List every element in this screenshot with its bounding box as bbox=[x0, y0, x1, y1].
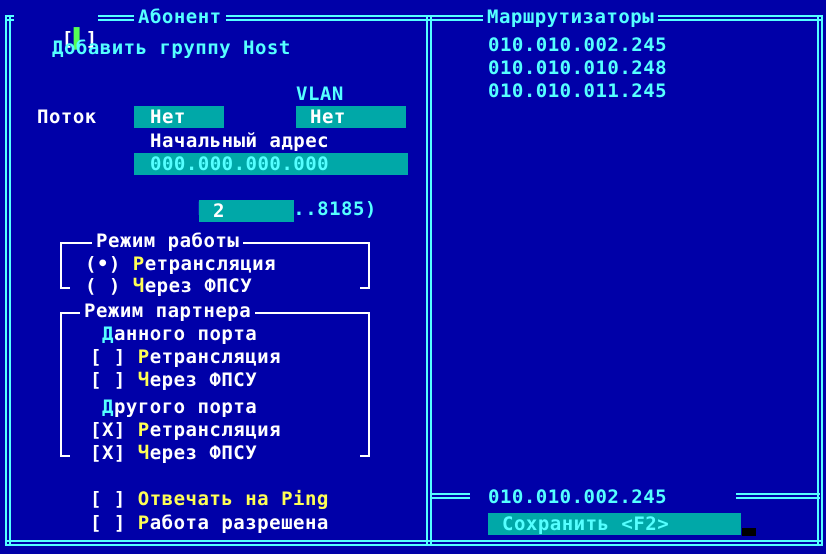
hotkey-letter: Д bbox=[102, 396, 114, 418]
mode-box-title: Режим работы bbox=[92, 230, 244, 252]
option-text: Отвечать на bbox=[137, 488, 282, 510]
other-port-via-fpsu[interactable]: [X] Через ФПСУ bbox=[90, 442, 257, 464]
text-cursor bbox=[742, 528, 756, 536]
option-text: етрансляция bbox=[144, 253, 277, 275]
heading-text: анного порта bbox=[113, 323, 258, 345]
checkbox-mark: [ ] bbox=[90, 346, 126, 368]
mode-option-via-fpsu[interactable]: ( ) Через ФПСУ bbox=[85, 275, 252, 297]
hotkey-letter: Ч bbox=[137, 442, 150, 464]
add-host-group-heading: Добавить группу Host bbox=[52, 37, 291, 59]
radio-mark: ( ) bbox=[85, 275, 121, 297]
partner-box-title: Режим партнера bbox=[80, 300, 256, 322]
heading-text: ругого порта bbox=[113, 396, 258, 418]
selected-router[interactable]: 010.010.002.245 bbox=[488, 486, 667, 508]
checkbox-mark: [X] bbox=[90, 442, 126, 464]
hotkey-letter: Р bbox=[137, 419, 150, 441]
start-address-label: Начальный адрес bbox=[150, 130, 330, 152]
hotkey-letter: Р bbox=[132, 253, 145, 275]
router-list-item[interactable]: 010.010.011.245 bbox=[488, 80, 667, 102]
option-text: абота разрешена bbox=[149, 512, 329, 534]
vlan-field[interactable]: Нет bbox=[296, 106, 406, 128]
option-text: ерез ФПСУ bbox=[149, 442, 258, 464]
total-field[interactable]: 2 bbox=[199, 200, 294, 222]
frame-divider bbox=[426, 15, 432, 546]
hotkey-letter: Ч bbox=[132, 275, 145, 297]
hotkey-letter: Д bbox=[102, 323, 114, 345]
router-separator-right bbox=[736, 493, 820, 499]
other-port-heading: Другого порта bbox=[102, 396, 257, 418]
mode-box-left bbox=[60, 242, 62, 289]
router-list-item[interactable]: 010.010.002.245 bbox=[488, 34, 667, 56]
option-text: етрансляция bbox=[149, 346, 282, 368]
hotkey-word: Ping bbox=[281, 488, 329, 510]
vlan-label: VLAN bbox=[296, 83, 344, 105]
work-enabled-checkbox[interactable]: [ ] Работа разрешена bbox=[90, 512, 329, 534]
mode-box-bottom-right bbox=[360, 287, 370, 289]
this-port-retranslation[interactable]: [ ] Ретрансляция bbox=[90, 346, 281, 368]
save-button[interactable]: Сохранить <F2> bbox=[488, 513, 741, 535]
mode-box-bottom bbox=[60, 287, 70, 289]
stream-label: Поток bbox=[37, 106, 97, 128]
hotkey-letter: Р bbox=[137, 512, 150, 534]
radio-mark: (•) bbox=[85, 253, 121, 275]
checkbox-mark: [X] bbox=[90, 419, 126, 441]
reply-ping-checkbox[interactable]: [ ] Отвечать на Ping bbox=[90, 488, 329, 510]
partner-box-left bbox=[60, 312, 62, 457]
mode-box-right bbox=[368, 242, 370, 289]
partner-box-bottom-right bbox=[360, 455, 370, 457]
other-port-retranslation[interactable]: [X] Ретрансляция bbox=[90, 419, 281, 441]
option-text: ерез ФПСУ bbox=[149, 369, 258, 391]
router-list-item[interactable]: 010.010.010.248 bbox=[488, 57, 667, 79]
partner-box-right bbox=[368, 312, 370, 457]
partner-box-bottom bbox=[60, 455, 70, 457]
left-panel-title: Абонент bbox=[134, 6, 226, 28]
hotkey-letter: Ч bbox=[137, 369, 150, 391]
this-port-via-fpsu[interactable]: [ ] Через ФПСУ bbox=[90, 369, 257, 391]
checkbox-mark: [ ] bbox=[90, 488, 126, 510]
frame-left bbox=[5, 15, 11, 546]
router-separator-left bbox=[432, 493, 470, 499]
this-port-heading: Данного порта bbox=[102, 323, 257, 345]
start-address-field[interactable]: 000.000.000.000 bbox=[134, 153, 408, 175]
mode-option-retranslation[interactable]: (•) Ретрансляция bbox=[85, 253, 276, 275]
stream-field[interactable]: Нет bbox=[134, 106, 224, 128]
hotkey-letter: Р bbox=[137, 346, 150, 368]
frame-right bbox=[817, 15, 823, 546]
frame-bottom bbox=[5, 540, 823, 546]
terminal-screen: [▌] Абонент Маршрутизаторы Добавить груп… bbox=[0, 0, 826, 554]
option-text: етрансляция bbox=[149, 419, 282, 441]
right-panel-title: Маршрутизаторы bbox=[483, 6, 659, 28]
checkbox-mark: [ ] bbox=[90, 512, 126, 534]
option-text: ерез ФПСУ bbox=[144, 275, 253, 297]
checkbox-mark: [ ] bbox=[90, 369, 126, 391]
